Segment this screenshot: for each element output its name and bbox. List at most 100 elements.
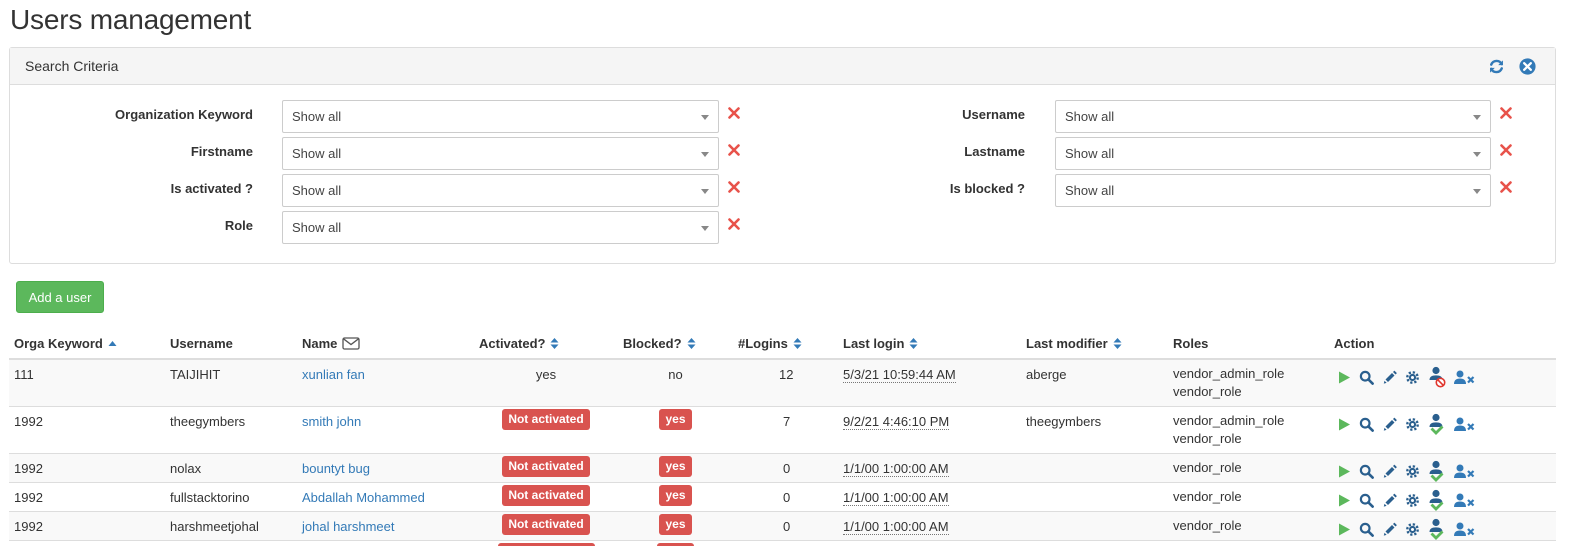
row-actions bbox=[1337, 460, 1475, 482]
user-name-link[interactable]: bountyt bug bbox=[302, 461, 370, 476]
pencil-icon[interactable] bbox=[1382, 417, 1397, 432]
firstname-select[interactable]: Show all bbox=[282, 137, 719, 170]
refresh-icon[interactable] bbox=[1487, 57, 1506, 76]
clear-x-icon[interactable] bbox=[728, 181, 740, 193]
cell-last-login: 5/3/21 10:59:44 AM bbox=[843, 367, 956, 383]
caret-down-icon bbox=[1473, 189, 1481, 194]
table-header: Orga Keyword Username Name Activated? Bl… bbox=[9, 329, 1556, 360]
pencil-icon[interactable] bbox=[1382, 493, 1397, 508]
role-select[interactable]: Show all bbox=[282, 211, 719, 244]
clear-x-icon[interactable] bbox=[728, 107, 740, 119]
is-activated-select[interactable]: Show all bbox=[282, 174, 719, 207]
column-name: Name bbox=[302, 336, 361, 351]
row-actions bbox=[1337, 489, 1475, 511]
lastname-select[interactable]: Show all bbox=[1055, 137, 1491, 170]
filter-label: Is activated ? bbox=[170, 181, 253, 196]
column-last-login[interactable]: Last login bbox=[843, 336, 918, 351]
user-blocked-icon[interactable] bbox=[1428, 366, 1446, 388]
user-name-link[interactable]: johal harshmeet bbox=[302, 519, 395, 534]
role-item: vendor_role bbox=[1173, 431, 1242, 446]
cell-roles: vendor_role bbox=[1173, 488, 1242, 506]
sort-icon bbox=[909, 338, 918, 349]
filter-label: Role bbox=[224, 218, 253, 233]
clear-x-icon[interactable] bbox=[1500, 144, 1512, 156]
sort-icon bbox=[793, 338, 802, 349]
user-check-icon[interactable] bbox=[1428, 460, 1446, 482]
not-activated-badge: Not activated bbox=[502, 514, 590, 535]
column-roles: Roles bbox=[1173, 336, 1208, 351]
clear-x-icon[interactable] bbox=[728, 218, 740, 230]
user-remove-icon[interactable] bbox=[1454, 464, 1475, 479]
row-actions bbox=[1337, 413, 1475, 435]
search-icon[interactable] bbox=[1359, 493, 1374, 508]
role-item: vendor_admin_role bbox=[1173, 366, 1285, 381]
column-activated[interactable]: Activated? bbox=[479, 336, 559, 351]
user-name-link[interactable]: xunlian fan bbox=[302, 367, 365, 382]
username-select[interactable]: Show all bbox=[1055, 100, 1491, 133]
cell-activated: Not activated bbox=[479, 409, 613, 430]
envelope-icon[interactable] bbox=[342, 337, 361, 350]
filter-is-activated: Is activated ? Show all bbox=[0, 174, 760, 207]
add-user-button[interactable]: Add a user bbox=[16, 281, 104, 313]
not-activated-badge: Not activated bbox=[502, 456, 590, 477]
gear-icon[interactable] bbox=[1405, 370, 1420, 385]
search-icon[interactable] bbox=[1359, 370, 1374, 385]
column-blocked[interactable]: Blocked? bbox=[623, 336, 696, 351]
row-actions bbox=[1337, 366, 1475, 388]
clear-x-icon[interactable] bbox=[1500, 181, 1512, 193]
user-remove-icon[interactable] bbox=[1454, 370, 1475, 385]
cell-orga-keyword: 1992 bbox=[14, 519, 43, 534]
cell-activated: Not activated bbox=[479, 485, 613, 506]
search-icon[interactable] bbox=[1359, 464, 1374, 479]
user-check-icon[interactable] bbox=[1428, 518, 1446, 540]
user-remove-icon[interactable] bbox=[1454, 493, 1475, 508]
filter-organization-keyword: Organization Keyword Show all bbox=[0, 100, 760, 133]
column-last-modifier[interactable]: Last modifier bbox=[1026, 336, 1122, 351]
gear-icon[interactable] bbox=[1405, 522, 1420, 537]
table-row: 111 TAIJIHIT xunlian fan yes no 12 5/3/2… bbox=[9, 360, 1556, 407]
gear-icon[interactable] bbox=[1405, 417, 1420, 432]
column-label: #Logins bbox=[738, 336, 788, 351]
row-actions bbox=[1337, 518, 1475, 540]
organization-keyword-select[interactable]: Show all bbox=[282, 100, 719, 133]
play-icon[interactable] bbox=[1337, 464, 1351, 479]
user-check-icon[interactable] bbox=[1428, 413, 1446, 435]
cell-activated: Not activated bbox=[479, 456, 613, 477]
blocked-badge: yes bbox=[659, 485, 692, 506]
role-item: vendor_admin_role bbox=[1173, 413, 1285, 428]
play-icon[interactable] bbox=[1337, 522, 1351, 537]
cell-logins: 12 bbox=[779, 367, 794, 382]
search-icon[interactable] bbox=[1359, 522, 1374, 537]
gear-icon[interactable] bbox=[1405, 464, 1420, 479]
search-icon[interactable] bbox=[1359, 417, 1374, 432]
column-label: Orga Keyword bbox=[14, 336, 103, 351]
play-icon[interactable] bbox=[1337, 370, 1351, 385]
clear-x-icon[interactable] bbox=[1500, 107, 1512, 119]
user-remove-icon[interactable] bbox=[1454, 522, 1475, 537]
play-icon[interactable] bbox=[1337, 417, 1351, 432]
pencil-icon[interactable] bbox=[1382, 370, 1397, 385]
clear-x-icon[interactable] bbox=[728, 144, 740, 156]
user-check-icon[interactable] bbox=[1428, 489, 1446, 511]
column-orga-keyword[interactable]: Orga Keyword bbox=[14, 336, 117, 351]
select-value: Show all bbox=[292, 146, 342, 161]
user-name-link[interactable]: Abdallah Mohammed bbox=[302, 490, 425, 505]
caret-down-icon bbox=[701, 152, 709, 157]
cell-roles: vendor_admin_role vendor_role bbox=[1173, 365, 1284, 401]
gear-icon[interactable] bbox=[1405, 493, 1420, 508]
is-blocked-select[interactable]: Show all bbox=[1055, 174, 1491, 207]
blocked-badge: yes bbox=[659, 456, 692, 477]
play-icon[interactable] bbox=[1337, 493, 1351, 508]
pencil-icon[interactable] bbox=[1382, 464, 1397, 479]
page-title: Users management bbox=[10, 4, 252, 35]
column-label: Username bbox=[170, 336, 233, 351]
user-name-link[interactable]: smith john bbox=[302, 414, 361, 429]
filter-lastname: Lastname Show all bbox=[760, 137, 1520, 170]
column-logins[interactable]: #Logins bbox=[738, 336, 802, 351]
user-remove-icon[interactable] bbox=[1454, 417, 1475, 432]
column-label: Action bbox=[1334, 336, 1375, 351]
role-item: vendor_role bbox=[1173, 518, 1242, 533]
close-circle-icon[interactable] bbox=[1518, 57, 1537, 76]
cell-username: harshmeetjohal bbox=[170, 519, 259, 534]
pencil-icon[interactable] bbox=[1382, 522, 1397, 537]
